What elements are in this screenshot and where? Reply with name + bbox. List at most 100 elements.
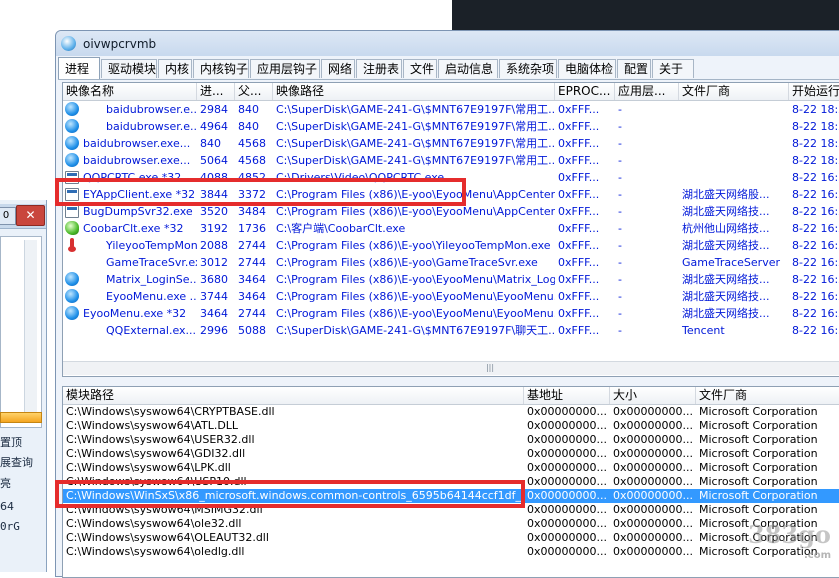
module-cell-path: C:\Windows\syswow64\ole32.dll — [66, 517, 242, 530]
process-row[interactable]: EyooMenu.exe ... 3744 3464 C:\Program Files… — [63, 288, 839, 305]
process-cell-vendor: 湖北盛天网络技... — [682, 307, 770, 320]
process-row[interactable]: QQPCRTC.exe *32 4088 4852 C:\Drivers\Video\… — [63, 169, 839, 186]
left-text-pin[interactable]: 置顶 — [0, 434, 22, 450]
module-row[interactable]: C:\Windows\syswow64\ATL.DLL 0x00000000...… — [63, 419, 839, 433]
process-table[interactable]: 映像名称 进... 父... 映像路径 EPROC... 应用层... 文件厂商 开始运行 b… — [62, 82, 839, 377]
process-col-4[interactable]: EPROC... — [555, 83, 615, 100]
process-row[interactable]: BugDumpSvr32.exe 3520 3484 C:\Program Files… — [63, 203, 839, 220]
module-col-0[interactable]: 模块路径 — [63, 387, 524, 404]
process-row[interactable]: baidubrowser.e... 4964 840 C:\SuperDisk\GAM… — [63, 118, 839, 135]
title-bar[interactable]: oivwpcrvmb — [56, 31, 839, 56]
module-col-3[interactable]: 文件厂商 — [696, 387, 839, 404]
process-row[interactable]: QQExternal.ex... 2996 5088 C:\SuperDisk\GAM… — [63, 322, 839, 339]
background-window: 0 ✕ 置顶 展查询 亮 64 0rG — [0, 200, 47, 572]
process-cell-app: - — [618, 103, 622, 116]
process-cell-ppid: 5088 — [238, 324, 266, 337]
module-col-1[interactable]: 基地址 — [524, 387, 610, 404]
process-row[interactable]: YileyooTempMon....2088 2744 C:\Program Fil… — [63, 237, 839, 254]
process-cell-eprocess: 0xFFF... — [558, 188, 600, 201]
process-row[interactable]: baidubrowser.exe... 840 4568 C:\SuperDisk\G… — [63, 135, 839, 152]
module-cell-path: C:\Windows\syswow64\USER32.dll — [66, 433, 255, 446]
process-row[interactable]: EYAppClient.exe *32 3844 3372 C:\Program Fi… — [63, 186, 839, 203]
module-cell-base: 0x00000000... — [527, 545, 607, 558]
module-col-2[interactable]: 大小 — [610, 387, 696, 404]
module-row[interactable]: C:\Windows\syswow64\USP10.dll 0x00000000.… — [63, 475, 839, 489]
window-icon — [65, 188, 79, 201]
module-cell-size: 0x00000000... — [613, 503, 693, 516]
module-cell-vendor: Microsoft Corporation — [699, 461, 818, 474]
process-cell-ppid: 840 — [238, 103, 259, 116]
tab-9[interactable]: 系统杂项 — [499, 59, 557, 78]
process-cell-app: - — [618, 154, 622, 167]
vertical-scrollbar[interactable] — [24, 240, 37, 420]
module-cell-size: 0x00000000... — [613, 531, 693, 544]
module-cell-base: 0x00000000... — [527, 447, 607, 460]
tab-11[interactable]: 配置 — [617, 59, 651, 78]
process-col-0[interactable]: 映像名称 — [63, 83, 197, 100]
module-row[interactable]: C:\Windows\syswow64\LPK.dll 0x00000000...… — [63, 461, 839, 475]
module-row-selected[interactable]: C:\Windows\WinSxS\x86_microsoft.windows.… — [63, 489, 839, 503]
tab-3[interactable]: 内核钩子 — [193, 59, 249, 78]
process-cell-name: EyooMenu.exe *32 — [83, 307, 187, 320]
process-cell-start: 8-22 16:2 — [792, 188, 839, 201]
process-cell-path: C:\Program Files (x86)\E-yoo\EyooMenu\Ap… — [276, 205, 555, 218]
process-cell-vendor: GameTraceServer — [682, 256, 781, 269]
process-row[interactable]: CoobarClt.exe *32 3192 1736 C:\客户端\CoobarCl… — [63, 220, 839, 237]
close-button[interactable]: ✕ — [16, 205, 45, 226]
module-row[interactable]: C:\Windows\syswow64\oledlg.dll 0x00000000… — [63, 545, 839, 559]
progress-bar — [0, 412, 42, 423]
process-col-1[interactable]: 进... — [197, 83, 235, 100]
tab-1[interactable]: 驱动模块 — [101, 59, 157, 78]
module-row[interactable]: C:\Windows\syswow64\ole32.dll 0x00000000.… — [63, 517, 839, 531]
module-cell-vendor: Microsoft Corporation — [699, 503, 818, 516]
module-row[interactable]: C:\Windows\syswow64\USER32.dll 0x00000000… — [63, 433, 839, 447]
process-row[interactable]: GameTraceSvr.ex...3012 2744 C:\Program Fil… — [63, 254, 839, 271]
module-row[interactable]: C:\Windows\syswow64\MSIMG32.dll 0x0000000… — [63, 503, 839, 517]
process-col-6[interactable]: 文件厂商 — [679, 83, 789, 100]
process-row[interactable]: baidubrowser.exe... 5064 4568 C:\SuperDisk\… — [63, 152, 839, 169]
tab-12[interactable]: 关于 — [652, 59, 694, 78]
tab-10[interactable]: 电脑体检 — [558, 59, 616, 78]
process-cell-app: - — [618, 273, 622, 286]
tab-7[interactable]: 文件 — [403, 59, 437, 78]
module-table-header: 模块路径 基地址 大小 文件厂商 — [63, 387, 839, 405]
process-cell-path: C:\Program Files (x86)\E-yoo\EyooMenu\Ap… — [276, 188, 555, 201]
process-cell-pid: 3012 — [200, 256, 228, 269]
process-cell-start: 8-22 16:2 — [792, 256, 839, 269]
process-cell-vendor: 湖北盛天网络股... — [682, 188, 770, 201]
tab-0[interactable]: 进程 — [58, 57, 100, 79]
horizontal-scrollbar[interactable]: ||| — [63, 361, 839, 375]
process-cell-pid: 2984 — [200, 103, 228, 116]
process-table-header: 映像名称 进... 父... 映像路径 EPROC... 应用层... 文件厂商 开始运行 — [63, 83, 839, 101]
minimize-button[interactable]: 0 — [0, 207, 16, 225]
process-col-5[interactable]: 应用层... — [615, 83, 679, 100]
window-icon — [65, 205, 79, 218]
module-cell-base: 0x00000000... — [527, 489, 607, 502]
process-cell-path: C:\SuperDisk\GAME-241-G\$MNT67E9197F\常用工… — [276, 137, 555, 150]
process-row[interactable]: baidubrowser.e... 2984 840 C:\SuperDisk\GAM… — [63, 101, 839, 118]
process-cell-app: - — [618, 137, 622, 150]
module-row[interactable]: C:\Windows\syswow64\OLEAUT32.dll 0x000000… — [63, 531, 839, 545]
process-row[interactable]: EyooMenu.exe *32 3464 2744 C:\Program Files… — [63, 305, 839, 322]
process-col-2[interactable]: 父... — [235, 83, 273, 100]
process-cell-pid: 3520 — [200, 205, 228, 218]
process-cell-path: C:\Program Files (x86)\E-yoo\YileyooTemp… — [276, 239, 551, 252]
process-row[interactable]: Matrix_LoginSe... 3680 3464 C:\Program File… — [63, 271, 839, 288]
tab-4[interactable]: 应用层钩子 — [250, 59, 320, 78]
process-col-3[interactable]: 映像路径 — [273, 83, 555, 100]
module-cell-path: C:\Windows\WinSxS\x86_microsoft.windows.… — [66, 489, 524, 502]
module-table[interactable]: 模块路径 基地址 大小 文件厂商 C:\Windows\syswow64\CRYPTB… — [62, 386, 839, 578]
left-text-query[interactable]: 展查询 — [0, 454, 33, 470]
tab-6[interactable]: 注册表 — [356, 59, 402, 78]
process-cell-app: - — [618, 120, 622, 133]
process-col-7[interactable]: 开始运行 — [789, 83, 839, 100]
tab-5[interactable]: 网络 — [321, 59, 355, 78]
tab-8[interactable]: 启动信息 — [438, 59, 498, 78]
module-row[interactable]: C:\Windows\syswow64\GDI32.dll 0x00000000.… — [63, 447, 839, 461]
process-cell-vendor: 杭州他山网络技... — [682, 222, 770, 235]
tab-2[interactable]: 内核 — [158, 59, 192, 78]
module-row[interactable]: C:\Windows\syswow64\CRYPTBASE.dll 0x00000… — [63, 405, 839, 419]
process-cell-ppid: 4568 — [238, 137, 266, 150]
process-cell-eprocess: 0xFFF... — [558, 290, 600, 303]
module-cell-size: 0x00000000... — [613, 433, 693, 446]
